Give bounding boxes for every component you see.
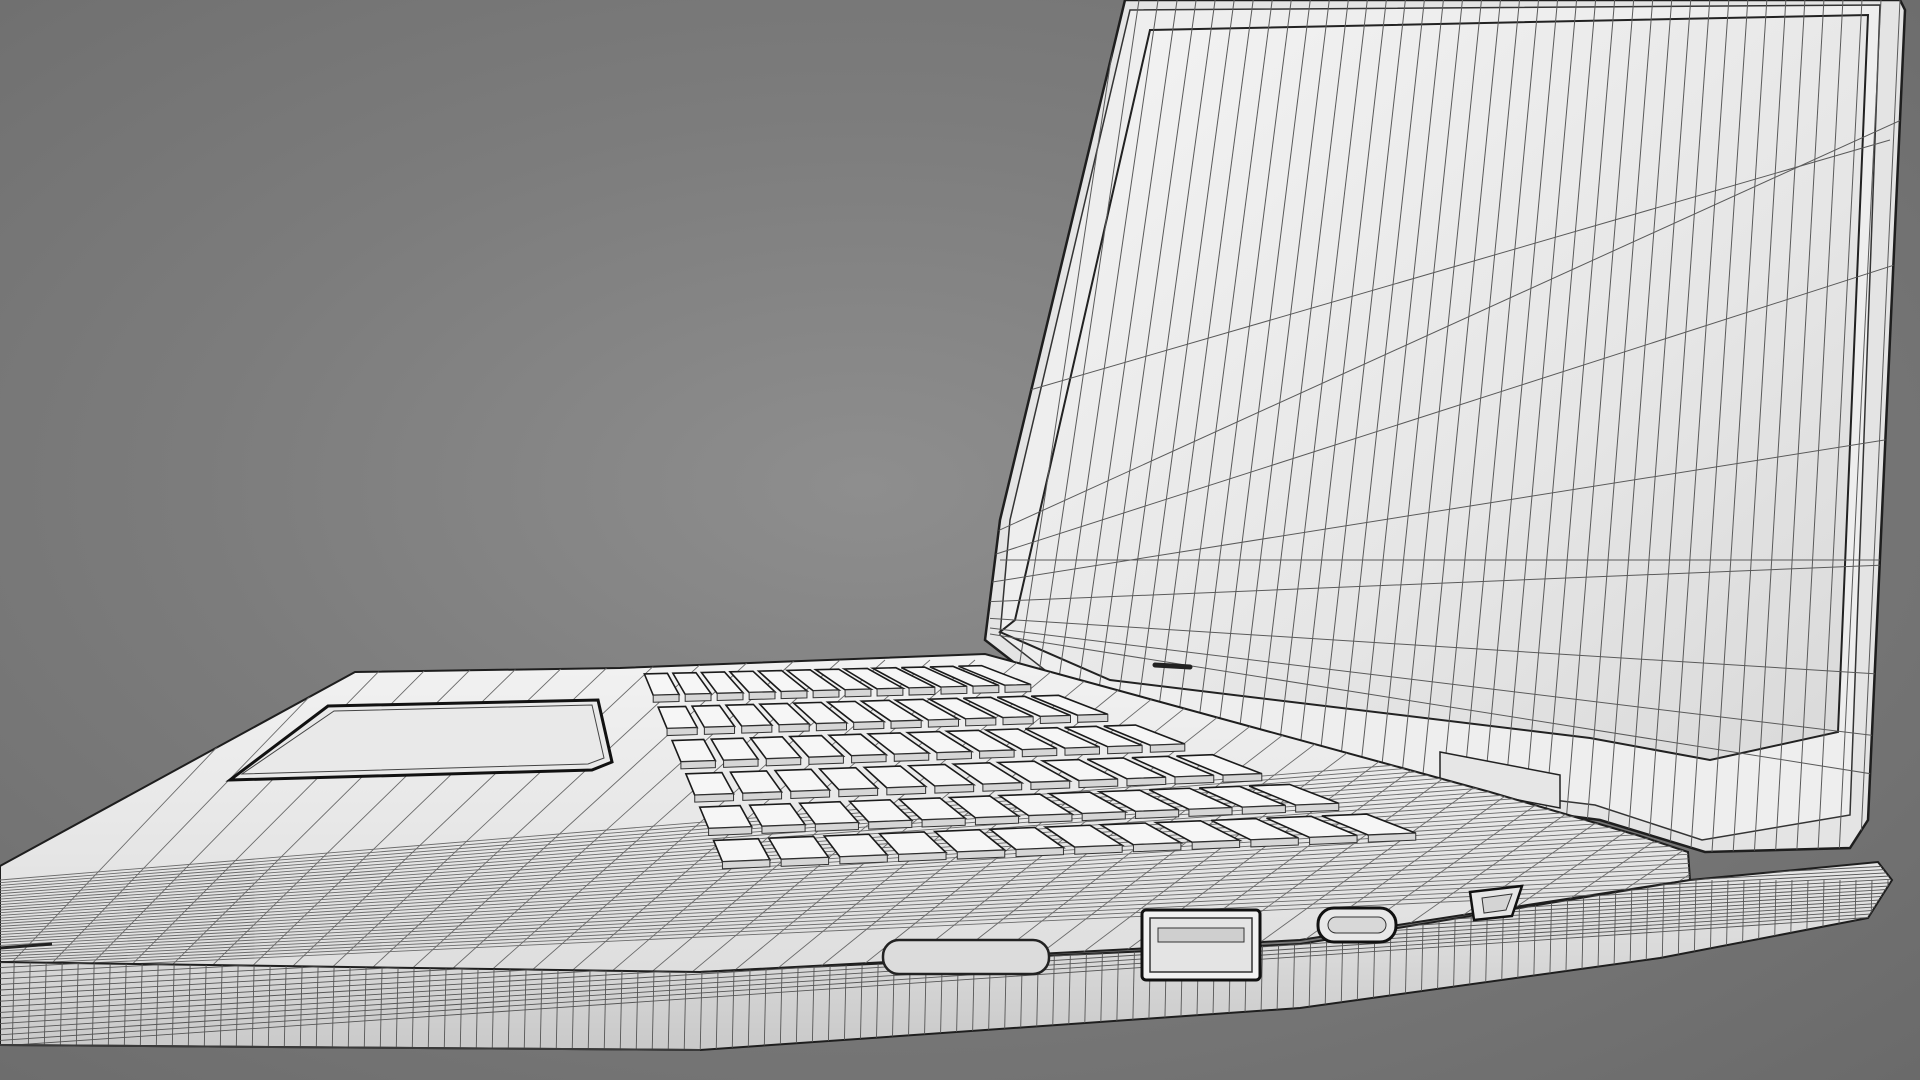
keyboard-key-side [1295,802,1340,813]
keyboard-key-side [927,718,960,728]
display-panel [998,13,1870,762]
keyboard-key-side [1078,778,1119,789]
usb-c-port [1316,906,1398,944]
keyboard-key-side [1309,835,1358,846]
keyboard-key-side [979,749,1015,759]
keyboard-key-side [721,859,771,870]
keyboard-key-side [1081,811,1126,822]
keyboard-key-side [1030,780,1071,790]
laptop-wireframe-render [0,0,1907,1060]
keyboard-key-side [814,821,859,832]
side-wire-line [1900,880,1904,1060]
keyboard-key-side [876,687,904,697]
keyboard-key-side [838,787,879,798]
keyboard-key-side [1222,773,1263,783]
sd-card-slot [881,938,1051,976]
keyboard-key-side [868,819,913,830]
keyboard-key-side [956,849,1006,860]
keyboard-key-side [1002,716,1034,726]
keyboard-key-side [723,758,759,768]
keyboard-key-side [1135,809,1180,820]
keyboard-key-side [1149,743,1186,753]
keyboard-key-side [1367,832,1417,843]
keyboard-key-side [839,854,888,865]
keyboard-key-side [708,826,753,836]
keyboard-key-side [844,688,872,698]
keyboard-key-side [1188,807,1233,817]
keyboard-key-side [886,785,927,796]
keyboard-key-side [908,686,936,696]
keyboard-key-side [974,815,1020,826]
webcam-slot [1152,662,1193,670]
keyboard-key-side [893,752,930,762]
keyboard-key-side [1126,776,1167,787]
keyboard-key-side [812,689,840,699]
keyboard-key-side [815,722,848,732]
keyboard-key-side [666,727,698,737]
viewport-background [0,0,1920,1080]
keyboard-key-side [765,757,802,767]
keyboard-key-side [1074,844,1123,855]
keyboard-key-side [934,784,975,794]
keyboard-key-side [1064,746,1100,756]
usb-a-port [1140,908,1262,982]
keyboard-key-side [741,724,773,734]
keyboard-key-side [780,690,808,700]
keyboard-key-side [790,789,831,800]
keyboard-key-side [1021,748,1058,758]
keyboard-key-side [851,754,887,764]
keyboard-key-side [1107,745,1143,755]
keyboard-key-side [780,856,830,867]
keyboard-key-side [1132,842,1182,853]
keyboard-key-side [965,717,997,727]
keyboard-key-side [1250,837,1299,848]
keyboard-key-side [652,694,680,703]
side-wire-line [1883,879,1889,1050]
keyboard-key-side [898,852,947,863]
keyboard-key-side [1004,684,1032,693]
keyboard-key-side [684,693,712,702]
keyboard-key-side [748,691,776,701]
keyboard-key-side [1241,805,1286,815]
keyboard-key-side [1039,715,1071,725]
keyboard-key-side [680,760,716,770]
keyboard-key-side [936,751,972,761]
keyboard-key-side [694,793,735,803]
keyboard-key-side [890,719,922,729]
keyboard-key-side [972,685,1000,694]
keyboard-key-side [982,782,1023,792]
keyboard-key-side [808,755,844,765]
keyboard-key-side [1028,813,1073,824]
keyboard-key-side [853,721,885,731]
keyboard-key-side [1174,775,1215,785]
keyboard-key-side [761,824,806,834]
keyboard-key-side [716,692,744,701]
keyboard-key-side [742,791,783,801]
keyboard-key-side [1191,839,1241,850]
keyboard-key-side [940,685,968,695]
keyboard-key-side [921,817,966,828]
keyboard-key-side [703,725,736,735]
keyboard-key-side [778,723,810,733]
keyboard-key-side [1015,847,1064,858]
keyboard-key-side [1077,713,1109,723]
